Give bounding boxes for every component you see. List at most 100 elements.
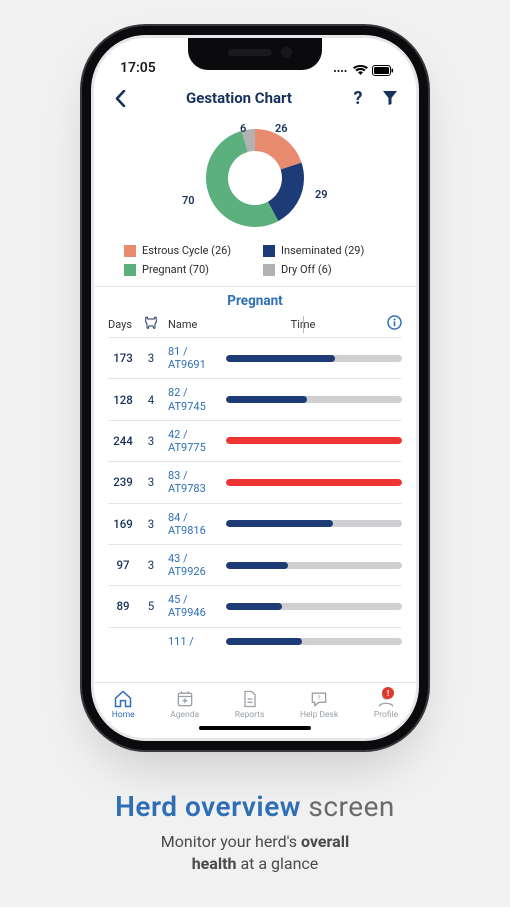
chevron-left-icon (115, 90, 126, 107)
info-button[interactable] (384, 315, 402, 333)
marketing-caption: Herd overview screen Monitor your herd's… (0, 790, 510, 874)
progress-track (226, 638, 402, 645)
legend-label: Estrous Cycle (26) (142, 244, 231, 257)
cell-days: 89 (108, 599, 138, 613)
nav-helpdesk[interactable]: ? Help Desk (300, 689, 338, 720)
gestation-donut-chart: 26 6 29 70 (94, 118, 416, 240)
battery-icon (372, 65, 394, 76)
progress-fill (226, 603, 282, 610)
cell-days: 128 (108, 393, 138, 407)
cell-days: 97 (108, 558, 138, 572)
marketing-title-accent: Herd overview (115, 790, 301, 823)
progress-track (226, 437, 402, 444)
col-header-days: Days (108, 318, 138, 331)
cell-count: 4 (142, 393, 160, 407)
legend-label: Dry Off (6) (281, 263, 332, 276)
marketing-title-rest: screen (301, 790, 395, 823)
legend-label: Pregnant (70) (142, 263, 209, 276)
donut-label-6: 6 (240, 122, 246, 135)
section-title: Pregnant (94, 286, 416, 309)
divider (303, 316, 304, 333)
nav-label: Reports (235, 710, 265, 720)
marketing-subtitle: Monitor your herd's overall health at a … (0, 831, 510, 874)
table-row[interactable]: 173381 /AT9691 (108, 337, 402, 378)
cell-count: 3 (142, 517, 160, 531)
legend-label: Inseminated (29) (281, 244, 364, 257)
table-row[interactable]: 239 3 83 /AT9783 (108, 461, 402, 502)
app-screen: 17:05 (94, 38, 416, 738)
nav-label: Home (112, 710, 135, 720)
cell-days: 169 (108, 517, 138, 531)
home-icon (113, 689, 133, 709)
donut-label-29: 29 (315, 188, 328, 201)
dots-icon (333, 66, 349, 76)
donut-label-26: 26 (275, 122, 288, 135)
col-header-cow-icon (142, 316, 160, 333)
chart-legend: Estrous Cycle (26) Inseminated (29) Preg… (94, 240, 416, 286)
table-row[interactable]: 169 3 84 /AT9816 (108, 503, 402, 544)
cell-count: 3 (142, 351, 160, 365)
legend-swatch (124, 245, 136, 257)
cell-count: 3 (142, 475, 160, 489)
status-time: 17:05 (120, 60, 156, 76)
cow-icon (144, 316, 158, 330)
phone-notch (188, 38, 322, 70)
cell-name: 83 /AT9783 (164, 469, 222, 495)
marketing-title: Herd overview screen (0, 790, 510, 823)
legend-swatch (124, 264, 136, 276)
cell-name: 111 / (164, 635, 222, 648)
progress-track (226, 603, 402, 610)
page-title: Gestation Chart (140, 89, 338, 107)
donut-hole (244, 167, 266, 189)
home-indicator (199, 726, 311, 731)
progress-track (226, 562, 402, 569)
cell-days: 239 (108, 475, 138, 489)
back-button[interactable] (108, 86, 132, 110)
cell-days: 173 (108, 351, 138, 365)
progress-fill (226, 562, 288, 569)
nav-agenda[interactable]: Agenda (170, 689, 199, 720)
table-row[interactable]: 244342 /AT9775 (108, 420, 402, 461)
calendar-icon (175, 689, 195, 709)
cell-count: 5 (142, 599, 160, 613)
nav-label: Help Desk (300, 710, 338, 720)
svg-text:?: ? (318, 694, 321, 702)
progress-fill (226, 437, 402, 444)
nav-label: Profile (374, 710, 398, 720)
progress-fill (226, 638, 302, 645)
progress-track (226, 355, 402, 362)
table-row[interactable]: 89 5 45 /AT9946 (108, 585, 402, 626)
cell-days: 244 (108, 434, 138, 448)
cell-name: 45 /AT9946 (164, 593, 222, 619)
progress-track (226, 520, 402, 527)
help-button[interactable]: ? (346, 86, 370, 110)
document-icon (240, 689, 260, 709)
donut-label-70: 70 (182, 194, 195, 207)
table-row[interactable]: 111 / (108, 627, 402, 655)
phone-frame: 17:05 (94, 38, 416, 738)
cell-name: 82 /AT9745 (164, 386, 222, 412)
nav-label: Agenda (170, 710, 199, 720)
status-indicators (333, 65, 394, 76)
table-row[interactable]: 97343 /AT9926 (108, 544, 402, 585)
legend-item: Estrous Cycle (26) (124, 244, 255, 257)
col-header-name: Name (164, 318, 222, 331)
pregnant-table[interactable]: 173381 /AT9691128482 /AT9745244342 /AT97… (94, 337, 416, 682)
legend-item: Dry Off (6) (263, 263, 394, 276)
funnel-icon (382, 90, 398, 106)
legend-item: Inseminated (29) (263, 244, 394, 257)
donut-svg: 26 6 29 70 (170, 122, 340, 234)
nav-reports[interactable]: Reports (235, 689, 265, 720)
nav-profile[interactable]: ! Profile (374, 689, 398, 720)
nav-home[interactable]: Home (112, 689, 135, 720)
cell-name: 84 /AT9816 (164, 511, 222, 537)
legend-swatch (263, 264, 275, 276)
legend-item: Pregnant (70) (124, 263, 255, 276)
progress-track (226, 396, 402, 403)
col-header-time: Time (226, 318, 380, 331)
table-header: Days Name Time (94, 309, 416, 337)
progress-fill (226, 520, 333, 527)
table-row[interactable]: 128 4 82 /AT9745 (108, 378, 402, 419)
filter-button[interactable] (378, 86, 402, 110)
progress-fill (226, 396, 307, 403)
